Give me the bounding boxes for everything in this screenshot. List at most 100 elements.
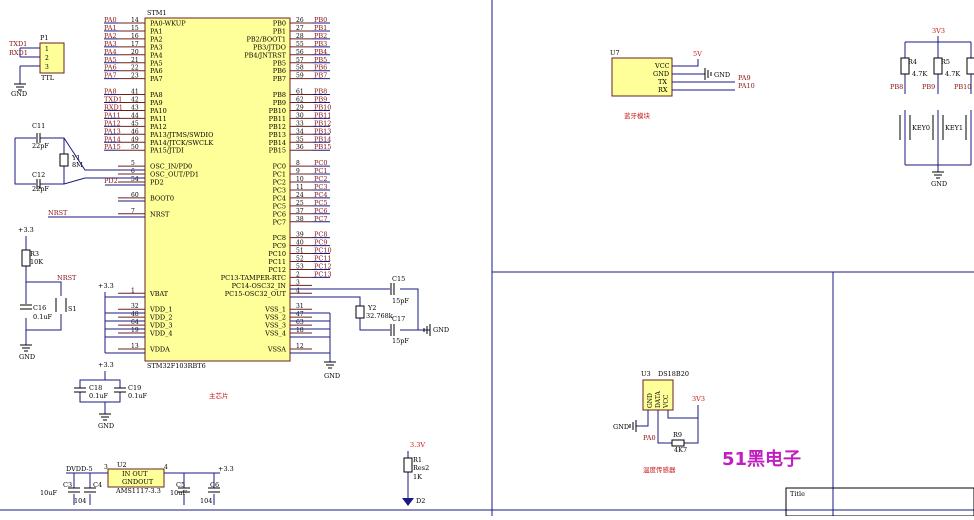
net-label: PB7 — [314, 72, 327, 80]
pin-name: PA15/JTDI — [150, 147, 184, 155]
net-label: PC1 — [314, 167, 327, 175]
pin-number: 8 — [296, 160, 300, 167]
pin-name: DATA — [655, 391, 662, 408]
pin-name: OSC_IN/PD0 — [150, 163, 192, 171]
pin-number: 25 — [296, 200, 304, 207]
pin-name: BOOT0 — [150, 194, 174, 202]
pin-name: VCC — [654, 62, 670, 70]
pin-number: 3 — [296, 279, 300, 286]
c3-value: 10uF — [40, 489, 57, 497]
pin-name: PB7 — [273, 75, 286, 83]
pin-number: 35 — [296, 136, 304, 143]
pin-name: VSS_2 — [264, 314, 286, 322]
c4-designator: C4 — [93, 481, 102, 489]
pin-name: PC6 — [273, 210, 286, 218]
gnd-label: GND — [324, 372, 340, 380]
pin-number: 42 — [131, 97, 139, 104]
pin-name: PC12 — [268, 266, 286, 274]
net-label: PB2 — [314, 32, 327, 40]
net-label: PA2 — [104, 32, 117, 40]
net-label: PB3 — [314, 40, 327, 48]
ldo-part-number: AMS1117-3.3 — [115, 487, 161, 495]
gnd-label: GND — [98, 422, 114, 430]
pin-name: VDD_4 — [149, 330, 173, 338]
c15-value: 15pF — [392, 297, 409, 305]
pin-name: PA1 — [150, 27, 163, 35]
gnd-label: GND — [19, 353, 35, 361]
pin-number: 16 — [131, 33, 139, 40]
gnd-label: GND — [613, 423, 629, 431]
pin-number: 13 — [131, 343, 139, 350]
r5-value: 4.7K — [945, 70, 960, 78]
pin-number: 40 — [296, 240, 304, 247]
c18-designator: C18 — [89, 384, 102, 392]
ldo-vin: DVDD-5 — [66, 465, 93, 473]
bt-vcc: 5V — [693, 50, 702, 58]
pin-number: 3 — [45, 64, 49, 71]
net-label: PC0 — [314, 159, 327, 167]
pin-number: 20 — [131, 49, 139, 56]
pin-number: 53 — [296, 263, 304, 270]
pin-name: PA4 — [150, 51, 163, 59]
pin-number: 38 — [296, 216, 304, 223]
pin-name: PA5 — [150, 59, 163, 67]
pin-number: 21 — [131, 57, 139, 64]
c17-value: 15pF — [392, 337, 409, 345]
pin-name: PA0-WKUP — [150, 20, 186, 28]
pin-number: 14 — [131, 17, 139, 24]
c5-value: 10uF — [170, 489, 187, 497]
pin-number: 33 — [296, 120, 304, 127]
mcu-pin-right: PC14-OSC32_IN 3 — [232, 279, 312, 290]
net-label: PC7 — [314, 215, 327, 223]
net-label: PB8 — [314, 88, 327, 96]
net-label: PC12 — [314, 262, 332, 270]
net-label: PC9 — [314, 239, 327, 247]
pin-number: 48 — [131, 311, 139, 318]
pin-name: PA12 — [150, 123, 167, 131]
pin-name: VSS_3 — [264, 322, 286, 330]
led-d2 — [402, 498, 414, 506]
schematic-canvas: Title STM1 STM32F103RBT6 主芯片 PA0-WKUP 14 P… — [0, 0, 974, 517]
pin-name: TX — [658, 78, 667, 86]
pin-name: PA9 — [150, 99, 163, 107]
nrst-net: NRST — [48, 209, 68, 217]
c19-value: 0.1uF — [128, 392, 148, 400]
pin-name: PA2 — [150, 35, 163, 43]
pin-number: 60 — [131, 192, 139, 199]
pin-number: 26 — [296, 17, 304, 24]
key0-designator: KEY0 — [912, 124, 930, 132]
c6-designator: C6 — [210, 481, 219, 489]
bt-designator: U7 — [610, 49, 620, 57]
net-label: PB0 — [314, 16, 327, 24]
pin-number: 44 — [131, 112, 139, 119]
pin-name: NRST — [150, 210, 170, 218]
switch-s1 — [55, 298, 67, 312]
power-label: +3.3 — [98, 361, 114, 369]
pin-name: PC11 — [268, 258, 286, 266]
net-label: PA11 — [104, 111, 121, 119]
c18-value: 0.1uF — [89, 392, 109, 400]
pin-number: 49 — [131, 136, 139, 143]
pin-number: 2 — [296, 271, 300, 278]
crystal-y2 — [355, 305, 365, 319]
key-net: PB10 — [954, 83, 971, 91]
pin-number: 58 — [296, 65, 304, 72]
pin-name: VBAT — [149, 290, 169, 298]
r1-part: Res2 — [413, 464, 429, 472]
net-label: PB1 — [314, 24, 327, 32]
net-label: PA15 — [104, 143, 121, 151]
pin-name: VDDA — [149, 345, 170, 353]
net-label: PA1 — [104, 24, 117, 32]
pin-number: 30 — [296, 112, 304, 119]
net-label: PC5 — [314, 199, 327, 207]
pin-number: 11 — [296, 184, 304, 191]
net-label: PB14 — [314, 135, 331, 143]
nrst-net: NRST — [57, 274, 77, 282]
pin-name: PC1 — [273, 171, 286, 179]
pin-number: 23 — [131, 73, 139, 80]
pin-name: PB2/BOOT1 — [246, 35, 286, 43]
net-label: PC6 — [314, 207, 327, 215]
mcu-section-caption: 主芯片 — [209, 391, 229, 400]
pin-name: PA13/JTMS/SWDIO — [150, 131, 213, 139]
net-label: PB9 — [314, 96, 327, 104]
